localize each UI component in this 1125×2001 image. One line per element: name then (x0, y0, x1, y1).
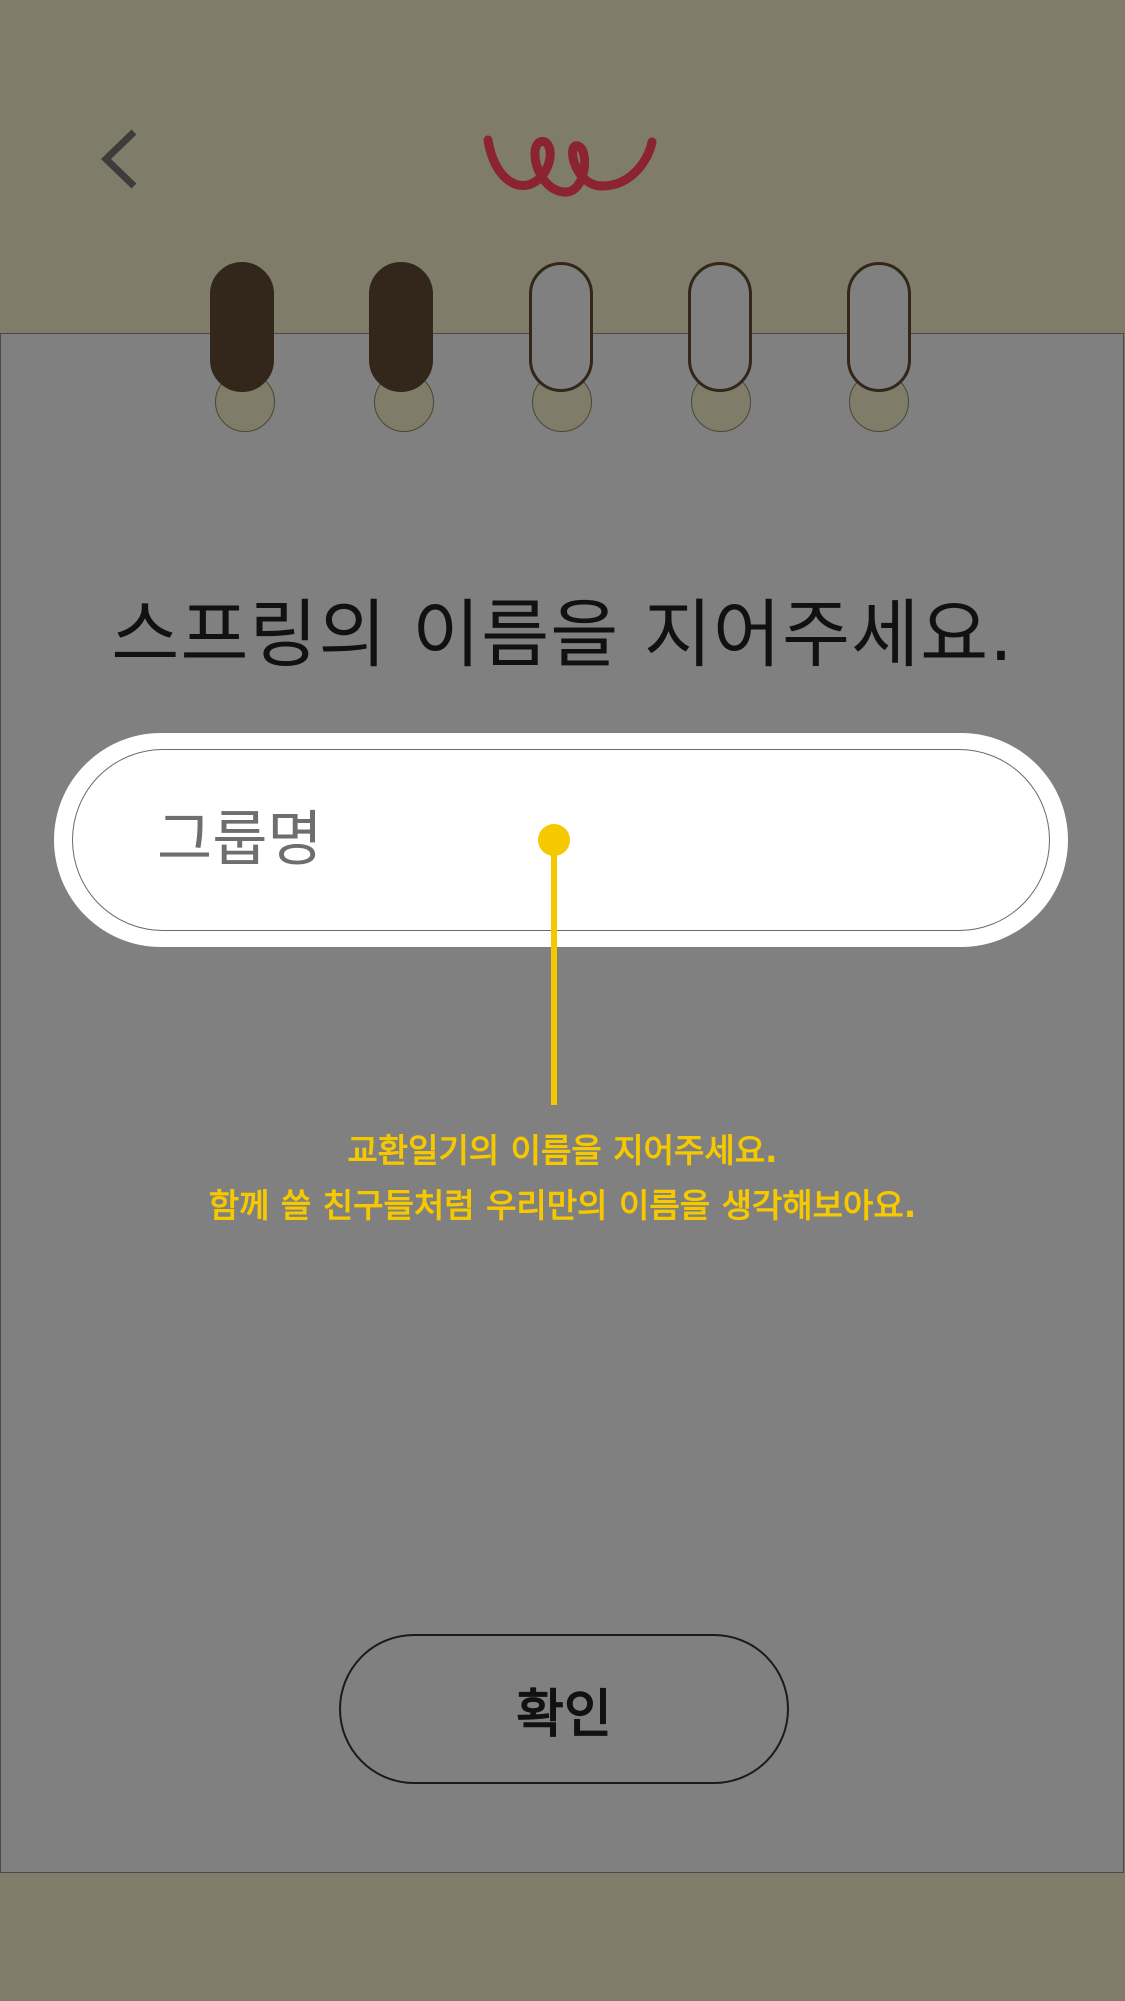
page-title: 스프링의 이름을 지어주세요. (111, 592, 1014, 678)
tooltip-line-1: 교환일기의 이름을 지어주세요. (347, 1131, 778, 1170)
chevron-left-icon (100, 129, 137, 189)
progress-ring-step-1-complete (210, 262, 274, 392)
progress-ring-step-3 (529, 262, 593, 392)
tooltip-pointer-line (551, 840, 557, 1105)
confirm-button[interactable]: 확인 (339, 1634, 789, 1784)
progress-ring-step-5 (847, 262, 911, 392)
tooltip-line-2: 함께 쓸 친구들처럼 우리만의 이름을 생각해보아요. (208, 1186, 917, 1225)
tooltip-hint: 교환일기의 이름을 지어주세요. 함께 쓸 친구들처럼 우리만의 이름을 생각해… (0, 1123, 1125, 1233)
progress-ring-step-2-complete (369, 262, 433, 392)
back-button[interactable] (84, 112, 164, 202)
progress-ring-step-4 (688, 262, 752, 392)
spring-coil-logo-icon (483, 135, 657, 197)
footer-band (0, 1873, 1125, 2001)
